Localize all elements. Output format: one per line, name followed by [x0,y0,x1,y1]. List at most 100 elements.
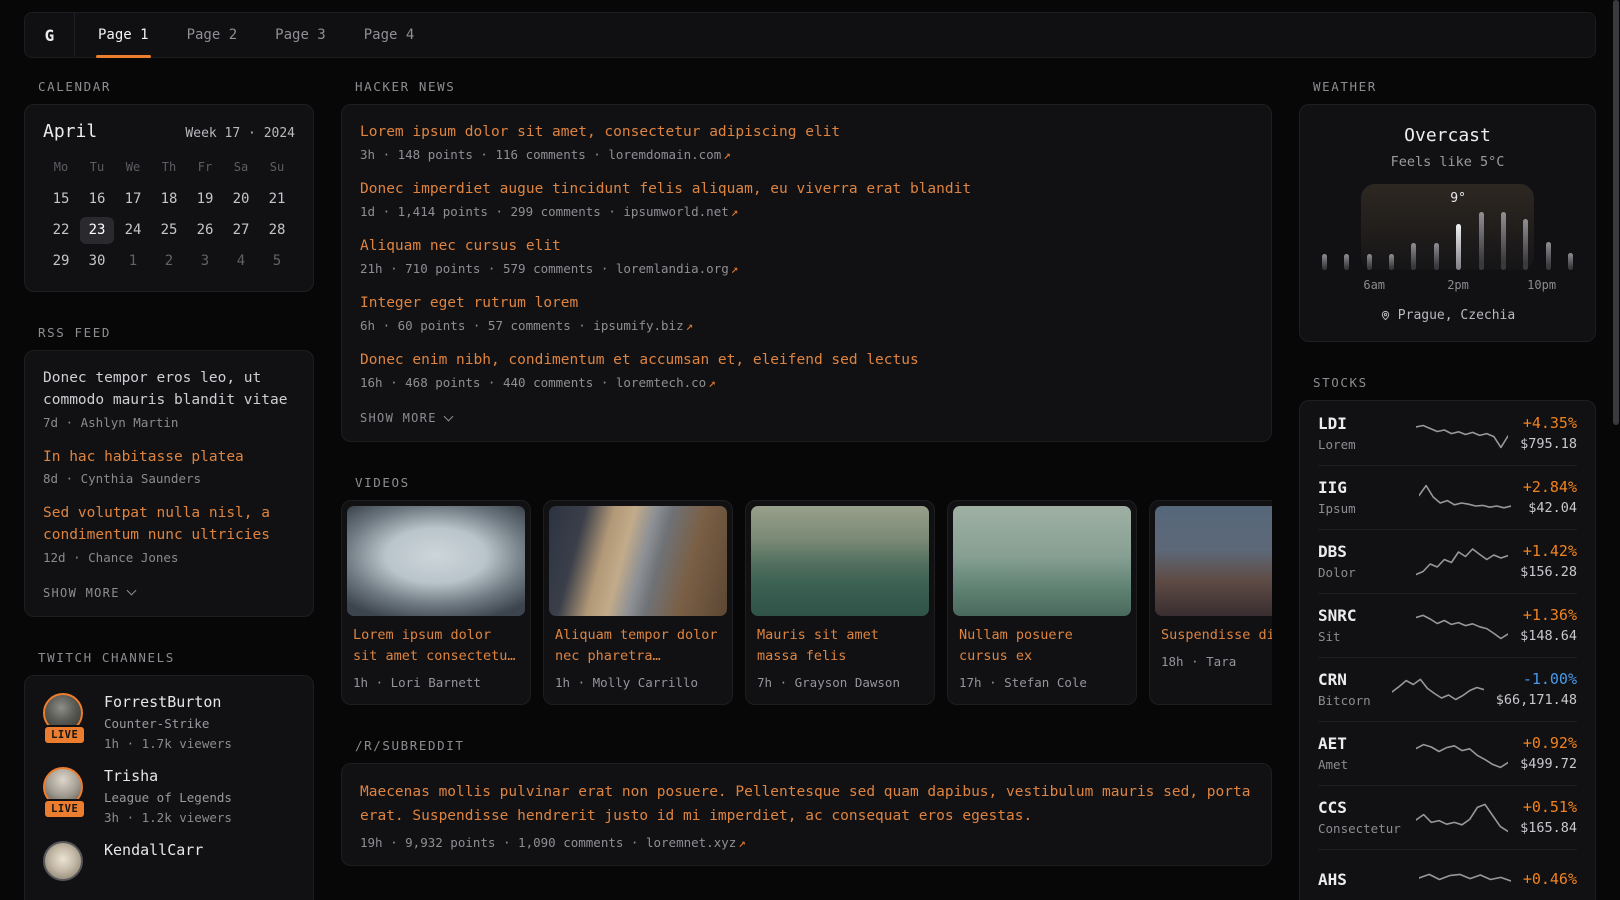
weather-condition: Overcast [1320,125,1575,146]
rss-item-title[interactable]: Donec tempor eros leo, ut commodo mauris… [43,368,295,412]
weather-hourly-chart: 9° 6am2pm10pm [1320,194,1575,292]
twitch-channel-row[interactable]: LIVEForrestBurtonCounter-Strike1h · 1.7k… [43,693,295,751]
stock-row[interactable]: DBSDolor+1.42%$156.28 [1318,529,1577,593]
external-link-icon[interactable]: ↗ [708,375,716,390]
weather-widget-title: WEATHER [1313,79,1596,94]
stock-row[interactable]: CRNBitcorn-1.00%$66,171.48 [1318,657,1577,721]
twitch-channel-row[interactable]: KendallCarr [43,841,295,893]
external-link-icon[interactable]: ↗ [731,204,739,219]
middle-column: HACKER NEWS Lorem ipsum dolor sit amet, … [341,79,1272,899]
stock-price: $165.84 [1520,820,1577,836]
external-link-icon[interactable]: ↗ [723,147,731,162]
logo[interactable]: G [25,13,75,57]
calendar-day: 30 [80,248,114,275]
calendar-day: 3 [188,248,222,275]
stock-id: AETAmet [1318,734,1404,772]
hour-bar [1501,212,1506,270]
hn-item-title[interactable]: Aliquam nec cursus elit [360,236,1253,257]
hn-item: Aliquam nec cursus elit21h · 710 points … [360,236,1253,276]
video-card[interactable]: Nullam posuere cursus ex17h · Stefan Col… [947,500,1137,705]
hn-item-title[interactable]: Integer eget rutrum lorem [360,293,1253,314]
video-title[interactable]: Mauris sit amet massa felis [757,625,923,667]
right-column: WEATHER Overcast Feels like 5°C 9° 6am2p… [1299,79,1596,900]
hn-item-meta: 6h · 60 points · 57 comments · ipsumify.… [360,318,1253,333]
subreddit-widget: /R/SUBREDDIT Maecenas mollis pulvinar er… [341,738,1272,866]
hour-bar [1389,254,1394,270]
hn-item-meta-text: 6h · 60 points · 57 comments · ipsumify.… [360,318,684,333]
hn-item-meta-text: 16h · 468 points · 440 comments · loremt… [360,375,706,390]
calendar-day: 5 [260,248,294,275]
video-title[interactable]: Nullam posuere cursus ex [959,625,1125,667]
external-link-icon[interactable]: ↗ [731,261,739,276]
calendar-weekday: Tu [79,160,115,182]
tab-page-3[interactable]: Page 3 [256,13,345,57]
chevron-down-icon [443,411,453,421]
twitch-channel-row[interactable]: LIVETrishaLeague of Legends3h · 1.2k vie… [43,767,295,825]
hn-show-more-button[interactable]: SHOW MORE [360,411,452,425]
calendar-day: 18 [152,186,186,213]
weather-card: Overcast Feels like 5°C 9° 6am2pm10pm [1299,104,1596,342]
hour-bar [1523,219,1528,270]
rss-item-title[interactable]: Sed volutpat nulla nisl, a condimentum n… [43,503,295,547]
hour-bar [1568,253,1573,270]
video-title[interactable]: Suspendisse diam [1161,625,1272,646]
tab-page-2[interactable]: Page 2 [168,13,257,57]
hour-bar [1546,242,1551,270]
video-card[interactable]: Suspendisse diam18h · Tara [1149,500,1272,705]
stock-row[interactable]: LDILorem+4.35%$795.18 [1318,402,1577,465]
stock-row[interactable]: CCSConsectetur+0.51%$165.84 [1318,785,1577,849]
stock-ticker: LDI [1318,414,1404,433]
stock-ticker: CRN [1318,670,1380,689]
hn-item-title[interactable]: Lorem ipsum dolor sit amet, consectetur … [360,122,1253,143]
twitch-channel-name[interactable]: Trisha [104,767,232,785]
stock-sparkline [1416,414,1508,452]
stock-row[interactable]: AHS +0.46% [1318,849,1577,900]
twitch-channel-meta: 1h · 1.7k viewers [104,736,232,751]
tab-page-4[interactable]: Page 4 [345,13,434,57]
rss-item: Donec tempor eros leo, ut commodo mauris… [43,368,295,430]
external-link-icon[interactable]: ↗ [738,835,746,850]
stock-id: CCSConsectetur [1318,798,1404,836]
video-card[interactable]: Aliquam tempor dolor nec pharetra…1h · M… [543,500,733,705]
subreddit-post-title[interactable]: Maecenas mollis pulvinar erat non posuer… [360,781,1253,829]
stock-row[interactable]: IIGIpsum+2.84%$42.04 [1318,465,1577,529]
calendar-day: 27 [224,217,258,244]
scrollbar[interactable] [1613,0,1619,425]
video-card[interactable]: Mauris sit amet massa felis7h · Grayson … [745,500,935,705]
twitch-channel-name[interactable]: ForrestBurton [104,693,232,711]
stock-ticker: CCS [1318,798,1404,817]
calendar-widget: CALENDAR April Week 17 · 2024 MoTuWeThFr… [24,79,314,292]
weather-feels-like: Feels like 5°C [1320,154,1575,170]
twitch-widget-title: TWITCH CHANNELS [38,650,314,665]
dashboard-columns: CALENDAR April Week 17 · 2024 MoTuWeThFr… [24,79,1596,900]
time-label: 2pm [1447,278,1469,292]
stock-row[interactable]: SNRCSit+1.36%$148.64 [1318,593,1577,657]
hn-item: Donec enim nibh, condimentum et accumsan… [360,350,1253,390]
external-link-icon[interactable]: ↗ [686,318,694,333]
rss-show-more-button[interactable]: SHOW MORE [43,586,135,600]
hour-bar [1344,254,1349,270]
calendar-day: 20 [224,186,258,213]
hn-item-meta: 16h · 468 points · 440 comments · loremt… [360,375,1253,390]
stocks-widget-title: STOCKS [1313,375,1596,390]
rss-item-title[interactable]: In hac habitasse platea [43,447,295,469]
calendar-day: 21 [260,186,294,213]
stock-ticker: AET [1318,734,1404,753]
stock-row[interactable]: AETAmet+0.92%$499.72 [1318,721,1577,785]
stock-change: +0.46% [1523,870,1577,888]
hacker-news-widget-title: HACKER NEWS [355,79,1272,94]
twitch-channel-name[interactable]: KendallCarr [104,841,203,859]
stock-change: -1.00% [1496,670,1577,688]
videos-widget-title: VIDEOS [355,475,1272,490]
hacker-news-item-list: Lorem ipsum dolor sit amet, consectetur … [360,122,1253,390]
hn-item: Integer eget rutrum lorem 6h · 60 points … [360,293,1253,333]
hn-item-title[interactable]: Donec enim nibh, condimentum et accumsan… [360,350,1253,371]
stock-ticker: AHS [1318,870,1407,889]
tab-page-1[interactable]: Page 1 [79,13,168,57]
video-title[interactable]: Aliquam tempor dolor nec pharetra… [555,625,721,667]
hn-item-title[interactable]: Donec imperdiet augue tincidunt felis al… [360,179,1253,200]
video-thumbnail-sky-cross [347,506,525,616]
video-card[interactable]: Lorem ipsum dolor sit amet consectetu…1h… [341,500,531,705]
video-title[interactable]: Lorem ipsum dolor sit amet consectetu… [353,625,519,667]
twitch-channel-info: TrishaLeague of Legends3h · 1.2k viewers [104,767,232,825]
